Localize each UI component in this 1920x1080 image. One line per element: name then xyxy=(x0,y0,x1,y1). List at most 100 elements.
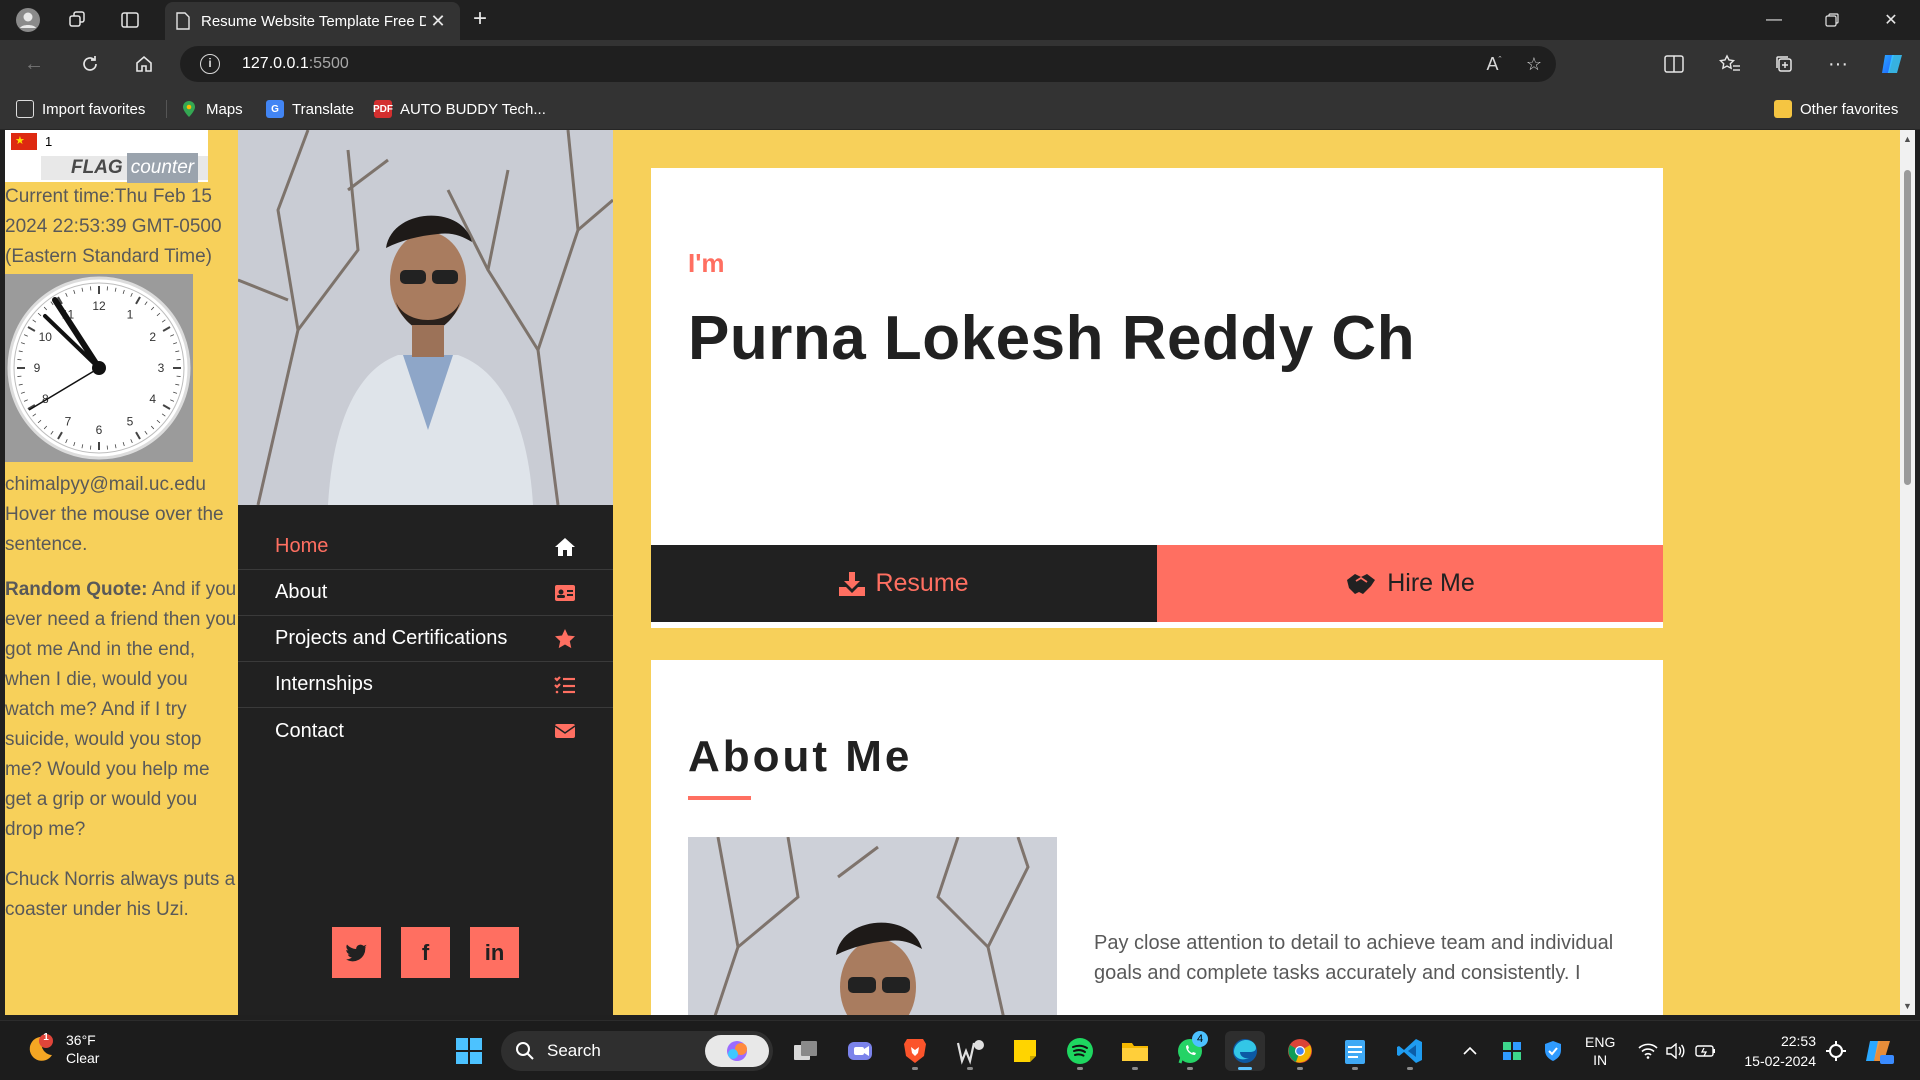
menu-item-about[interactable]: About xyxy=(238,570,613,616)
volume-icon[interactable] xyxy=(1665,1021,1685,1080)
focus-settings-icon[interactable] xyxy=(1826,1021,1846,1080)
page-scrollbar[interactable]: ▲ ▼ xyxy=(1900,130,1915,1015)
home-icon[interactable] xyxy=(128,50,160,78)
refresh-icon[interactable] xyxy=(74,50,106,78)
show-hidden-icons[interactable] xyxy=(1462,1021,1478,1080)
flag-count: 1 xyxy=(45,134,53,149)
flag-counter-widget[interactable]: ★ 1 FLAG counter xyxy=(5,130,208,183)
auto-buddy-link[interactable]: PDF AUTO BUDDY Tech... xyxy=(373,98,546,120)
sticky-notes-icon[interactable] xyxy=(1005,1031,1045,1071)
close-tab-icon[interactable]: ✕ xyxy=(426,11,450,32)
profile-icon[interactable] xyxy=(14,6,42,34)
menu-item-internships[interactable]: Internships xyxy=(238,662,613,708)
translate-link[interactable]: G Translate xyxy=(266,98,354,120)
restore-icon[interactable] xyxy=(1803,0,1861,40)
task-view-icon[interactable] xyxy=(786,1031,826,1071)
tab-title: Resume Website Template Free D xyxy=(201,12,426,30)
analog-clock: 12 1 2 3 4 5 6 7 8 9 10 11 xyxy=(5,274,193,462)
brave-icon[interactable] xyxy=(895,1031,935,1071)
sidebar: Home About Projects and Certifications I… xyxy=(238,130,613,1015)
wifi-icon[interactable] xyxy=(1638,1021,1658,1080)
minimize-icon[interactable]: — xyxy=(1745,0,1803,40)
back-icon[interactable]: ← xyxy=(18,50,50,78)
clock-number: 3 xyxy=(158,361,165,375)
about-title: About Me xyxy=(688,732,913,781)
new-tab-icon[interactable]: + xyxy=(466,6,494,34)
chrome-icon[interactable] xyxy=(1280,1031,1320,1071)
twitter-icon[interactable] xyxy=(332,927,381,978)
url-field[interactable]: i 127.0.0.1:5500 Aˆ ☆ xyxy=(180,46,1556,82)
copilot-search-badge xyxy=(705,1035,769,1067)
import-icon xyxy=(16,100,34,118)
taskbar-clock[interactable]: 22:53 15-02-2024 xyxy=(1738,1031,1816,1071)
menu-item-projects[interactable]: Projects and Certifications xyxy=(238,616,613,662)
read-aloud-icon[interactable]: Aˆ xyxy=(1480,54,1508,74)
tab-actions-icon[interactable] xyxy=(116,6,144,34)
clock-number: 10 xyxy=(39,330,53,344)
copilot-icon[interactable] xyxy=(1876,50,1908,78)
scroll-up-icon[interactable]: ▲ xyxy=(1900,134,1915,144)
close-window-icon[interactable]: ✕ xyxy=(1862,0,1920,40)
whatsapp-icon[interactable]: 4 xyxy=(1170,1031,1210,1071)
scroll-thumb[interactable] xyxy=(1904,170,1911,485)
tab-active[interactable]: Resume Website Template Free D ✕ xyxy=(165,2,460,40)
resume-button[interactable]: Resume xyxy=(651,545,1157,622)
flag-icon: ★ xyxy=(11,133,37,150)
weather-desc: Clear xyxy=(66,1050,100,1066)
divider xyxy=(166,100,167,118)
maps-link[interactable]: Maps xyxy=(180,98,243,120)
other-favorites-link[interactable]: Other favorites xyxy=(1774,98,1898,120)
menu-item-contact[interactable]: Contact xyxy=(238,708,613,754)
hero-card: I'm Purna Lokesh Reddy Ch Resume Hire Me xyxy=(651,168,1663,628)
tray-app-icon[interactable] xyxy=(1502,1021,1522,1080)
copilot-pre-icon[interactable] xyxy=(1864,1021,1894,1080)
language-indicator[interactable]: ENG IN xyxy=(1585,1021,1615,1080)
spotify-icon[interactable] xyxy=(1060,1031,1100,1071)
clock-number: 4 xyxy=(149,392,156,406)
wc-app-icon[interactable] xyxy=(950,1031,990,1071)
envelope-icon xyxy=(553,719,577,743)
split-screen-icon[interactable] xyxy=(1658,50,1690,78)
weather-badge: 1 xyxy=(43,1032,49,1043)
page-icon xyxy=(176,12,190,30)
about-description: Pay close attention to detail to achieve… xyxy=(1094,932,1614,984)
start-button[interactable] xyxy=(449,1031,489,1071)
taskbar-search[interactable]: Search xyxy=(501,1031,773,1071)
hire-me-button[interactable]: Hire Me xyxy=(1157,545,1663,622)
title-underline xyxy=(688,796,751,800)
import-favorites-link[interactable]: Import favorites xyxy=(16,98,145,120)
vscode-icon[interactable] xyxy=(1390,1031,1430,1071)
battery-icon[interactable] xyxy=(1695,1021,1717,1080)
edge-icon[interactable] xyxy=(1225,1031,1265,1071)
site-info-icon[interactable]: i xyxy=(200,54,220,74)
map-pin-icon xyxy=(180,100,198,118)
security-icon[interactable] xyxy=(1543,1021,1563,1080)
home-icon xyxy=(553,535,577,559)
more-menu-icon[interactable]: ··· xyxy=(1822,50,1854,78)
clock-number: 6 xyxy=(96,423,103,437)
favorites-icon[interactable] xyxy=(1714,50,1746,78)
person-name: Purna Lokesh Reddy Ch xyxy=(688,304,1416,373)
windows-taskbar: 1 36°F Clear Search 4 ENG IN 22:53 15-02… xyxy=(0,1020,1920,1080)
browser-tab-bar: Resume Website Template Free D ✕ + — ✕ xyxy=(0,0,1920,40)
favorite-star-icon[interactable]: ☆ xyxy=(1520,54,1548,74)
favorites-bar: Import favorites Maps G Translate PDF AU… xyxy=(0,88,1920,130)
teams-icon[interactable] xyxy=(840,1031,880,1071)
translate-icon: G xyxy=(266,100,284,118)
workspaces-icon[interactable] xyxy=(64,6,92,34)
scroll-down-icon[interactable]: ▼ xyxy=(1900,1001,1915,1011)
file-explorer-icon[interactable] xyxy=(1115,1031,1155,1071)
weather-temp: 36°F xyxy=(66,1032,96,1048)
menu-item-home[interactable]: Home xyxy=(238,524,613,570)
linkedin-icon[interactable]: in xyxy=(470,927,519,978)
weather-widget[interactable]: 1 36°F Clear xyxy=(24,1031,99,1067)
whatsapp-badge: 4 xyxy=(1192,1031,1208,1047)
collections-icon[interactable] xyxy=(1768,50,1800,78)
clock-number: 1 xyxy=(127,307,134,321)
current-time-text: Current time:Thu Feb 15 2024 22:53:39 GM… xyxy=(5,186,222,267)
facebook-icon[interactable]: f xyxy=(401,927,450,978)
social-links: f in xyxy=(332,927,519,978)
clock-number: 12 xyxy=(92,299,106,313)
random-quote: Random Quote: And if you ever need a fri… xyxy=(5,579,237,840)
notepad-icon[interactable] xyxy=(1335,1031,1375,1071)
